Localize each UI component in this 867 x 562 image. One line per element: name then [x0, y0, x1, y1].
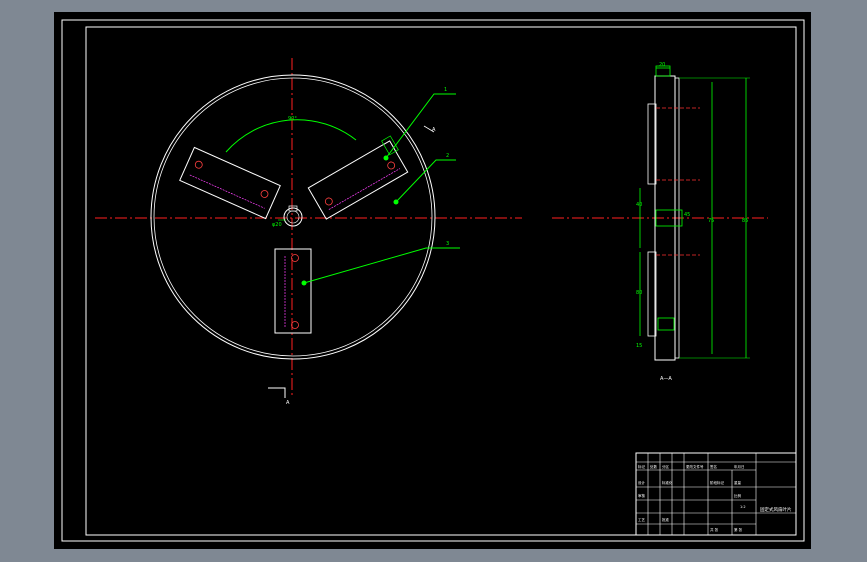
side-dim-45: 45	[684, 212, 690, 218]
side-dim-40: 40	[636, 202, 642, 208]
side-dim-85: 85	[742, 218, 748, 224]
angle-dim-label: 90°	[288, 116, 297, 122]
section-arrow-label: A	[432, 127, 436, 133]
tb-row3-c: 批准	[662, 517, 670, 522]
tb-row1-c: 标准化	[662, 480, 673, 485]
tb-row3-f: 第 张	[734, 527, 743, 532]
leader-1-label: 1	[444, 87, 447, 93]
leader-2-label: 2	[446, 153, 449, 159]
drawing-title: 固定式风扇叶片	[760, 506, 792, 513]
side-top-dim: 20	[659, 62, 665, 68]
tb-row2-f: 比例	[734, 493, 742, 498]
tb-row3-e: 共 张	[710, 527, 719, 532]
hole-dim-label: φ20	[272, 222, 282, 228]
tb-row1-e: 阶段标记	[710, 480, 724, 485]
tb-row0-f: 年月日	[734, 464, 745, 469]
leader-2-dot	[393, 199, 399, 205]
tb-row1-f: 重量	[734, 480, 742, 485]
tb-row3-a: 工艺	[638, 517, 646, 522]
side-dim-80: 80	[636, 290, 642, 296]
tb-row0-e: 签名	[710, 464, 717, 469]
leader-3-dot	[301, 280, 307, 286]
tb-row1-a: 设计	[638, 480, 646, 485]
leader-3-label: 3	[446, 241, 449, 247]
tb-row0-a: 标记	[638, 464, 646, 469]
side-view-label: A—A	[660, 376, 672, 382]
tb-row0-c: 分区	[662, 464, 670, 469]
tb-row0-b: 处数	[650, 464, 658, 469]
section-mark-label: A	[286, 400, 290, 406]
cad-workspace: φ20 90° 1 2 3 A A 20 85 75 80 40 45 15 A…	[0, 0, 867, 562]
tb-scale: 1:2	[740, 505, 746, 509]
tb-row2-a: 审核	[638, 493, 646, 498]
leader-1-dot	[383, 155, 389, 161]
side-dim-75: 75	[708, 218, 714, 224]
tb-row0-d: 更改文件号	[686, 464, 704, 469]
side-dim-15: 15	[636, 343, 642, 349]
cad-drawing-canvas[interactable]: φ20 90° 1 2 3 A A 20 85 75 80 40 45 15 A…	[0, 0, 867, 562]
